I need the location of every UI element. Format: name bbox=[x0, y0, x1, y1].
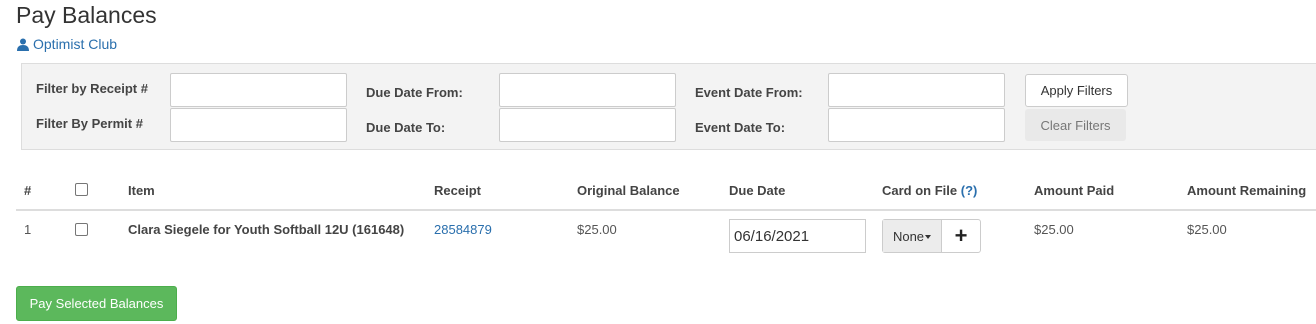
due-date-from-label: Due Date From: bbox=[366, 85, 463, 100]
card-on-file-help-link[interactable]: (?) bbox=[961, 183, 978, 198]
row-receipt-link[interactable]: 28584879 bbox=[434, 222, 492, 237]
row-amount-paid: $25.00 bbox=[1034, 222, 1074, 237]
col-header-due-date: Due Date bbox=[729, 183, 786, 198]
filter-receipt-label: Filter by Receipt # bbox=[36, 81, 148, 96]
row-item: Clara Siegele for Youth Softball 12U (16… bbox=[128, 222, 405, 237]
col-header-item: Item bbox=[128, 183, 155, 198]
due-date-to-input[interactable] bbox=[499, 108, 676, 142]
select-all-checkbox[interactable] bbox=[75, 183, 88, 196]
filter-permit-label: Filter By Permit # bbox=[36, 116, 143, 131]
card-on-file-group: None + bbox=[882, 219, 981, 253]
card-on-file-select[interactable]: None bbox=[883, 220, 942, 252]
pay-selected-balances-button[interactable]: Pay Selected Balances bbox=[16, 286, 177, 321]
page-title: Pay Balances bbox=[16, 2, 157, 28]
event-date-from-label: Event Date From: bbox=[695, 85, 803, 100]
row-amount-remaining: $25.00 bbox=[1187, 222, 1227, 237]
filter-receipt-input[interactable] bbox=[170, 73, 347, 107]
table-header-divider bbox=[16, 209, 1316, 211]
event-date-to-input[interactable] bbox=[828, 108, 1005, 142]
user-icon bbox=[17, 38, 29, 51]
due-date-from-input[interactable] bbox=[499, 73, 676, 107]
row-select-checkbox[interactable] bbox=[75, 223, 88, 236]
event-date-from-input[interactable] bbox=[828, 73, 1005, 107]
filter-permit-input[interactable] bbox=[170, 108, 347, 142]
add-card-button[interactable]: + bbox=[942, 220, 980, 252]
caret-down-icon bbox=[925, 234, 932, 239]
row-original-balance: $25.00 bbox=[577, 222, 617, 237]
col-header-card-on-file: Card on File (?) bbox=[882, 183, 977, 198]
row-due-date-input[interactable]: 06/16/2021 bbox=[729, 219, 866, 253]
org-link[interactable]: Optimist Club bbox=[17, 36, 117, 52]
col-header-amount-remaining: Amount Remaining bbox=[1187, 183, 1307, 198]
col-header-amount-paid: Amount Paid bbox=[1034, 183, 1115, 198]
card-on-file-label: Card on File bbox=[882, 183, 958, 198]
col-header-original-balance: Original Balance bbox=[577, 183, 680, 198]
due-date-to-label: Due Date To: bbox=[366, 120, 446, 135]
col-header-num: # bbox=[24, 183, 32, 198]
clear-filters-button[interactable]: Clear Filters bbox=[1025, 109, 1126, 141]
row-num: 1 bbox=[24, 222, 32, 237]
apply-filters-button[interactable]: Apply Filters bbox=[1025, 74, 1128, 107]
filter-panel: Filter by Receipt # Filter By Permit # D… bbox=[21, 63, 1316, 150]
col-header-receipt: Receipt bbox=[434, 183, 481, 198]
event-date-to-label: Event Date To: bbox=[695, 120, 786, 135]
card-select-value: None bbox=[892, 228, 925, 244]
org-name: Optimist Club bbox=[33, 36, 118, 52]
